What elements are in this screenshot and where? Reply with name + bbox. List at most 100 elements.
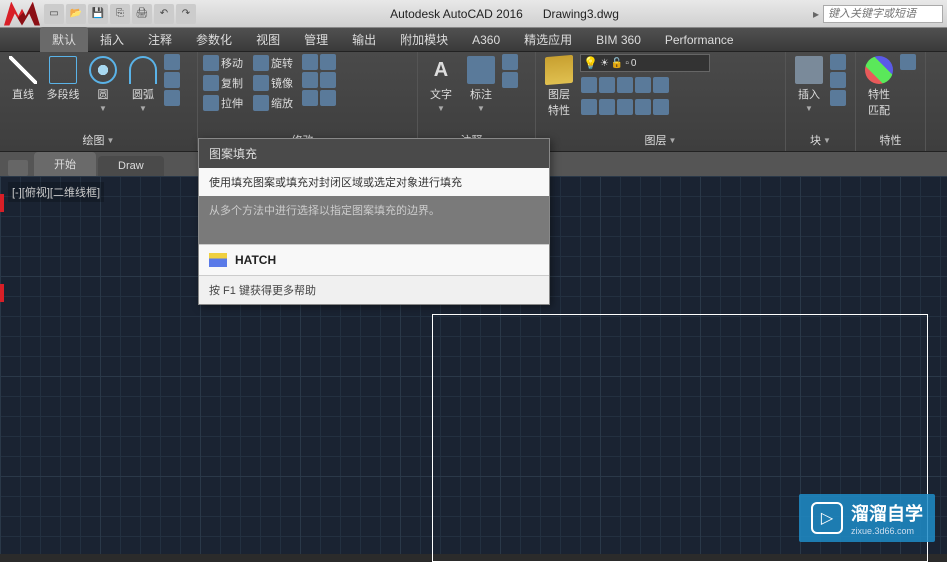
panel-draw: 直线 多段线 圆 ▼ 圆弧 ▼ 绘图 ▼ [0,52,198,151]
tab-view[interactable]: 视图 [244,27,292,52]
play-icon: ▷ [811,502,843,534]
mirror-icon [253,75,269,91]
chevron-down-icon: ▼ [437,104,445,113]
tab-insert[interactable]: 插入 [88,27,136,52]
layer-prev-icon[interactable] [653,99,669,115]
chevron-down-icon: ▼ [477,104,485,113]
lock-icon: 🔓 [611,58,623,69]
layer-selector[interactable]: 💡 ☀ 🔓 ▫ 0 [580,54,710,72]
layer-unlock-icon[interactable] [617,99,633,115]
hatch-icon[interactable] [164,90,180,106]
layer-uniso-icon[interactable] [581,99,597,115]
new-icon[interactable]: ▭ [44,4,64,24]
red-marker [0,284,4,302]
offset-icon[interactable] [320,90,336,106]
circle-icon [89,56,117,84]
layer-iso-icon[interactable] [581,77,597,93]
search-arrow-icon: ▸ [813,7,819,21]
rotate-button[interactable]: 旋转 [252,54,300,72]
layer-freeze-icon[interactable] [599,77,615,93]
leader-icon[interactable] [502,54,518,70]
arc-button[interactable]: 圆弧 ▼ [124,54,162,115]
rect-icon[interactable] [164,54,180,70]
match-props-button[interactable]: 特性 匹配 [860,54,898,120]
panel-title-layers[interactable]: 图层 ▼ [540,131,781,149]
chevron-down-icon: ▼ [823,136,831,145]
tab-default[interactable]: 默认 [40,27,88,52]
array-icon[interactable] [302,90,318,106]
home-icon[interactable] [8,160,28,176]
fillet-icon[interactable] [302,72,318,88]
text-button[interactable]: A 文字 ▼ [422,54,460,115]
plot-icon[interactable]: 🖨 [132,4,152,24]
viewport-label[interactable]: [-][俯视][二维线框] [8,182,104,202]
redo-icon[interactable]: ↷ [176,4,196,24]
tooltip-hint: 从多个方法中进行选择以指定图案填充的边界。 [199,196,549,244]
panel-title-block[interactable]: 块 ▼ [790,131,851,149]
tab-annotate[interactable]: 注释 [136,27,184,52]
explode-icon[interactable] [320,72,336,88]
edit-block-icon[interactable] [830,72,846,88]
tab-performance[interactable]: Performance [653,29,746,51]
save-icon[interactable]: 💾 [88,4,108,24]
app-name: Autodesk AutoCAD 2016 [390,7,523,21]
dimension-button[interactable]: 标注 ▼ [462,54,500,115]
mirror-button[interactable]: 镜像 [252,74,300,92]
table-icon[interactable] [502,72,518,88]
spline-icon[interactable] [164,72,180,88]
color-icon[interactable] [900,54,916,70]
panel-title-properties[interactable]: 特性 [860,131,921,149]
tab-manage[interactable]: 管理 [292,27,340,52]
quick-access-toolbar: ▭ 📂 💾 ⎘ 🖨 ↶ ↷ [44,4,196,24]
move-button[interactable]: 移动 [202,54,250,72]
sun-icon: ☀ [600,58,609,69]
chevron-down-icon: ▼ [107,136,115,145]
tab-addins[interactable]: 附加模块 [388,27,460,52]
copy-icon [203,75,219,91]
tab-parametric[interactable]: 参数化 [184,27,244,52]
saveas-icon[interactable]: ⎘ [110,4,130,24]
tab-output[interactable]: 输出 [340,27,388,52]
stretch-button[interactable]: 拉伸 [202,94,250,112]
layer-properties-button[interactable]: 图层 特性 [540,54,578,120]
scale-button[interactable]: 缩放 [252,94,300,112]
copy-button[interactable]: 复制 [202,74,250,92]
layer-thaw-icon[interactable] [599,99,615,115]
tab-start[interactable]: 开始 [34,152,96,176]
panel-layers: 图层 特性 💡 ☀ 🔓 ▫ 0 [536,52,786,151]
stretch-icon [203,95,219,111]
create-block-icon[interactable] [830,54,846,70]
tab-bim360[interactable]: BIM 360 [584,29,653,51]
insert-block-icon [795,56,823,84]
autocad-logo-icon[interactable] [4,2,40,26]
circle-button[interactable]: 圆 ▼ [84,54,122,115]
chevron-down-icon: ▼ [139,104,147,113]
ribbon: 直线 多段线 圆 ▼ 圆弧 ▼ 绘图 ▼ [0,52,947,152]
move-icon [203,55,219,71]
panel-title-draw[interactable]: 绘图 ▼ [4,131,193,149]
polyline-button[interactable]: 多段线 [44,54,82,104]
tab-a360[interactable]: A360 [460,29,512,51]
line-button[interactable]: 直线 [4,54,42,104]
ribbon-tabs: 默认 插入 注释 参数化 视图 管理 输出 附加模块 A360 精选应用 BIM… [0,28,947,52]
panel-block: 插入 ▼ 块 ▼ [786,52,856,151]
undo-icon[interactable]: ↶ [154,4,174,24]
hatch-tooltip: 图案填充 使用填充图案或填充对封闭区域或选定对象进行填充 从多个方法中进行选择以… [198,138,550,305]
layer-on-icon[interactable] [635,99,651,115]
erase-icon[interactable] [320,54,336,70]
red-marker [0,194,4,212]
layer-lock-icon[interactable] [617,77,633,93]
tab-drawing[interactable]: Draw [98,156,164,176]
dimension-icon [467,56,495,84]
block-attr-icon[interactable] [830,90,846,106]
match-props-icon [865,56,893,84]
trim-icon[interactable] [302,54,318,70]
layer-match-icon[interactable] [653,77,669,93]
layer-off-icon[interactable] [635,77,651,93]
tab-featured[interactable]: 精选应用 [512,27,584,52]
tooltip-description: 使用填充图案或填充对封闭区域或选定对象进行填充 [199,168,549,196]
insert-block-button[interactable]: 插入 ▼ [790,54,828,115]
search-input[interactable] [823,5,943,23]
open-icon[interactable]: 📂 [66,4,86,24]
title-bar: ▭ 📂 💾 ⎘ 🖨 ↶ ↷ Autodesk AutoCAD 2016 Draw… [0,0,947,28]
